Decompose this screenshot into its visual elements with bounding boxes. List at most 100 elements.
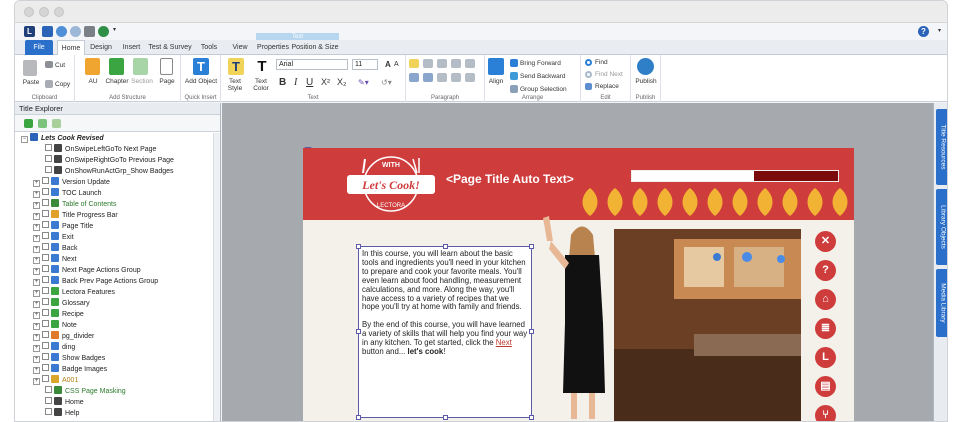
cut-icon[interactable] <box>45 61 53 68</box>
resize-handle-mr[interactable] <box>529 329 534 334</box>
outdent-icon[interactable] <box>437 73 447 82</box>
globe-icon[interactable] <box>98 26 109 37</box>
align-button[interactable]: Align <box>485 78 507 85</box>
tree-row[interactable]: + Glossary <box>33 298 90 309</box>
font-family-select[interactable]: Arial <box>276 59 348 70</box>
add-page-icon[interactable] <box>38 119 47 128</box>
resize-handle-ml[interactable] <box>356 329 361 334</box>
visibility-checkbox[interactable] <box>45 386 52 393</box>
visibility-checkbox[interactable] <box>42 243 49 250</box>
text-color-icon[interactable]: T <box>254 58 270 75</box>
visibility-checkbox[interactable] <box>42 232 49 239</box>
paste-button[interactable]: Paste <box>18 79 44 86</box>
expand-toggle-icon[interactable]: + <box>33 345 40 352</box>
page-title-auto-text[interactable]: <Page Title Auto Text> <box>446 172 574 186</box>
side-tab-media-library[interactable]: Media Library <box>936 269 947 337</box>
add-section-icon[interactable] <box>52 119 61 128</box>
group-selection-button[interactable]: Group Selection <box>520 86 567 93</box>
visibility-checkbox[interactable] <box>42 177 49 184</box>
visibility-checkbox[interactable] <box>42 254 49 261</box>
expand-toggle-icon[interactable]: + <box>33 180 40 187</box>
expand-toggle-icon[interactable]: + <box>33 323 40 330</box>
clear-format-icon[interactable]: ↺▾ <box>381 78 392 87</box>
window-minimize-dot[interactable] <box>39 7 49 17</box>
send-backward-icon[interactable] <box>510 72 518 80</box>
text-style-button[interactable]: Text Style <box>223 78 247 92</box>
tree-row[interactable]: + Show Badges <box>33 353 105 364</box>
align-left-icon[interactable] <box>409 59 419 68</box>
expand-toggle-icon[interactable]: + <box>33 257 40 264</box>
tree-row[interactable]: + A001 <box>33 375 78 386</box>
section-icon[interactable] <box>133 58 148 75</box>
tree-row[interactable]: Help <box>45 408 79 419</box>
tree-row[interactable]: + Title Progress Bar <box>33 210 118 221</box>
highlight-icon[interactable]: ✎▾ <box>358 78 369 87</box>
help-chevron-icon[interactable]: ▾ <box>938 27 941 34</box>
tree-row[interactable]: + ding <box>33 342 75 353</box>
indent-icon[interactable] <box>451 73 461 82</box>
explorer-scrollbar[interactable] <box>213 133 220 421</box>
chef-kitchen-photo[interactable] <box>614 229 801 421</box>
tree-row[interactable]: + Version Update <box>33 177 110 188</box>
visibility-checkbox[interactable] <box>42 298 49 305</box>
tree-row[interactable]: + pg_divider <box>33 331 94 342</box>
bring-forward-button[interactable]: Bring Forward <box>520 60 561 67</box>
italic-icon[interactable]: I <box>294 77 297 88</box>
next-link[interactable]: Next <box>496 338 512 347</box>
visibility-checkbox[interactable] <box>42 342 49 349</box>
visibility-checkbox[interactable] <box>42 210 49 217</box>
align-right-icon[interactable] <box>437 59 447 68</box>
tree-row[interactable]: + Badge Images <box>33 364 107 375</box>
chapter-icon[interactable] <box>109 58 124 75</box>
expand-toggle-icon[interactable]: + <box>33 290 40 297</box>
expand-toggle-icon[interactable]: + <box>33 202 40 209</box>
add-chapter-icon[interactable] <box>24 119 33 128</box>
superscript-icon[interactable]: X² <box>321 77 330 87</box>
copy-icon[interactable] <box>45 80 53 88</box>
book-icon[interactable]: ▤ <box>815 376 836 397</box>
tree-row[interactable]: − Lets Cook Revised <box>21 133 104 144</box>
numbering-icon[interactable] <box>423 73 433 82</box>
publish-globe-icon[interactable] <box>637 58 654 75</box>
visibility-checkbox[interactable] <box>42 353 49 360</box>
tree-row[interactable]: + Next Page Actions Group <box>33 265 141 276</box>
find-button[interactable]: Find <box>595 59 608 66</box>
tree-row[interactable]: Home <box>45 397 84 408</box>
tab-tools[interactable]: Tools <box>195 40 223 55</box>
bullets-icon[interactable] <box>409 73 419 82</box>
tree-row[interactable]: + Back <box>33 243 78 254</box>
visibility-checkbox[interactable] <box>45 144 52 151</box>
paste-icon[interactable] <box>23 60 37 76</box>
visibility-checkbox[interactable] <box>42 320 49 327</box>
visibility-checkbox[interactable] <box>42 221 49 228</box>
close-icon[interactable]: ✕ <box>815 231 836 252</box>
font-size-select[interactable]: 11 <box>352 59 378 70</box>
align-icon[interactable] <box>488 58 504 75</box>
save-icon[interactable] <box>42 26 53 37</box>
tab-position-size[interactable]: Position & Size <box>291 40 339 55</box>
visibility-checkbox[interactable] <box>42 287 49 294</box>
subscript-icon[interactable]: X₂ <box>337 77 347 87</box>
visibility-checkbox[interactable] <box>42 188 49 195</box>
tab-design[interactable]: Design <box>87 40 115 55</box>
replace-icon[interactable] <box>585 83 592 90</box>
add-object-button[interactable]: Add Object <box>181 78 221 85</box>
resize-handle-tr[interactable] <box>529 244 534 249</box>
expand-toggle-icon[interactable]: + <box>33 367 40 374</box>
help-icon[interactable]: ? <box>815 260 836 281</box>
au-button[interactable]: AU <box>83 78 103 85</box>
lectora-l-icon[interactable]: L <box>815 347 836 368</box>
replace-button[interactable]: Replace <box>595 83 619 90</box>
expand-toggle-icon[interactable]: + <box>33 246 40 253</box>
find-next-icon[interactable] <box>585 71 592 78</box>
course-intro-textbox[interactable]: In this course, you will learn about the… <box>356 244 534 420</box>
resize-handle-bc[interactable] <box>443 415 448 420</box>
publish-button[interactable]: Publish <box>631 78 661 85</box>
find-icon[interactable] <box>585 59 592 66</box>
window-close-dot[interactable] <box>24 7 34 17</box>
redo-icon[interactable] <box>70 26 81 37</box>
page-icon[interactable] <box>160 58 173 75</box>
visibility-checkbox[interactable] <box>45 397 52 404</box>
line-spacing-icon[interactable] <box>465 59 475 68</box>
send-backward-button[interactable]: Send Backward <box>520 73 566 80</box>
